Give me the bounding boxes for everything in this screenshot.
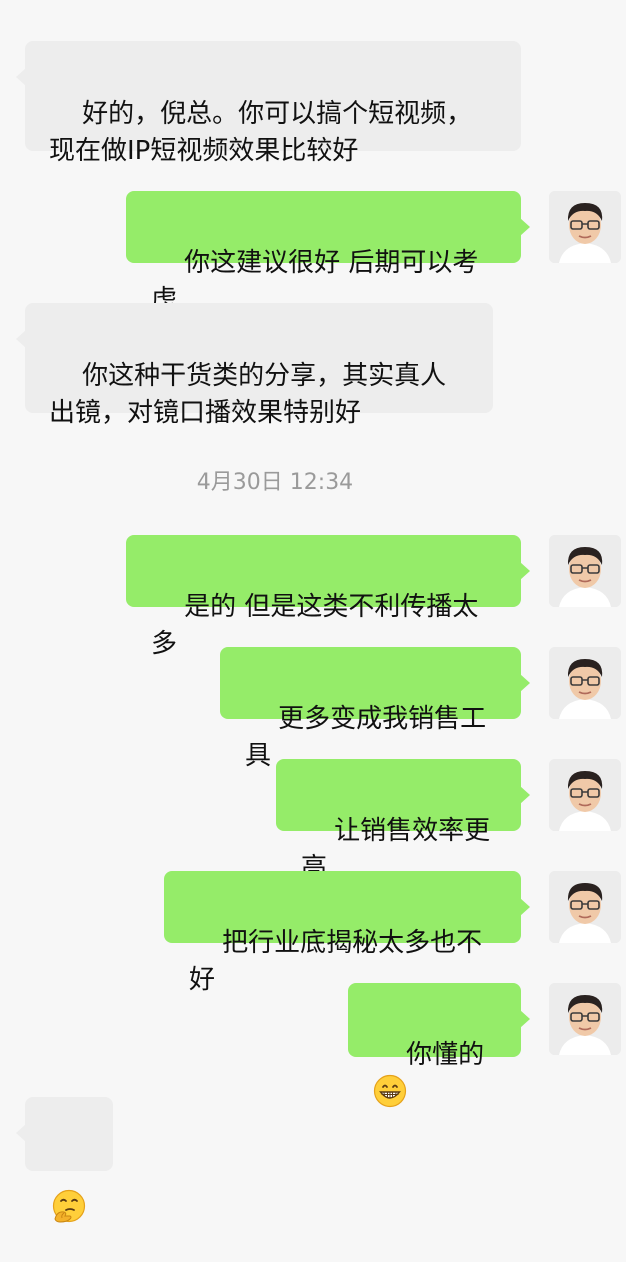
chat-view: 好的，倪总。你可以搞个短视频，现在做IP短视频效果比较好 你这建议很好 后期可以… xyxy=(0,0,626,1223)
message-bubble-outgoing[interactable]: 让销售效率更高 xyxy=(276,759,530,883)
message-timestamp: 4月30日 12:34 xyxy=(196,470,354,495)
message-text: 你这种干货类的分享，其实真人出镜，对镜口播效果特别好 xyxy=(49,361,447,428)
thinking-face-icon xyxy=(51,1189,87,1225)
grinning-face-icon xyxy=(373,1074,407,1108)
user-avatar[interactable] xyxy=(549,759,621,831)
message-text: 你懂的 xyxy=(406,1040,485,1070)
message-bubble-outgoing[interactable]: 是的 但是这类不利传播太多 xyxy=(126,535,530,659)
message-text: 好的，倪总。你可以搞个短视频，现在做IP短视频效果比较好 xyxy=(49,99,473,166)
user-avatar[interactable] xyxy=(549,191,621,263)
message-bubble-outgoing[interactable]: 你懂的 xyxy=(348,983,530,1107)
user-avatar[interactable] xyxy=(549,983,621,1055)
message-bubble-incoming[interactable]: 你这种干货类的分享，其实真人出镜，对镜口播效果特别好 xyxy=(16,303,493,428)
message-bubble-outgoing[interactable]: 你这建议很好 后期可以考虑 xyxy=(126,191,530,315)
message-bubble-incoming[interactable]: 好的，倪总。你可以搞个短视频，现在做IP短视频效果比较好 xyxy=(16,41,521,166)
user-avatar[interactable] xyxy=(549,871,621,943)
user-avatar[interactable] xyxy=(549,647,621,719)
message-bubble-outgoing[interactable]: 把行业底揭秘太多也不好 xyxy=(164,871,530,995)
user-avatar[interactable] xyxy=(549,535,621,607)
message-bubble-outgoing[interactable]: 更多变成我销售工具 xyxy=(220,647,530,771)
